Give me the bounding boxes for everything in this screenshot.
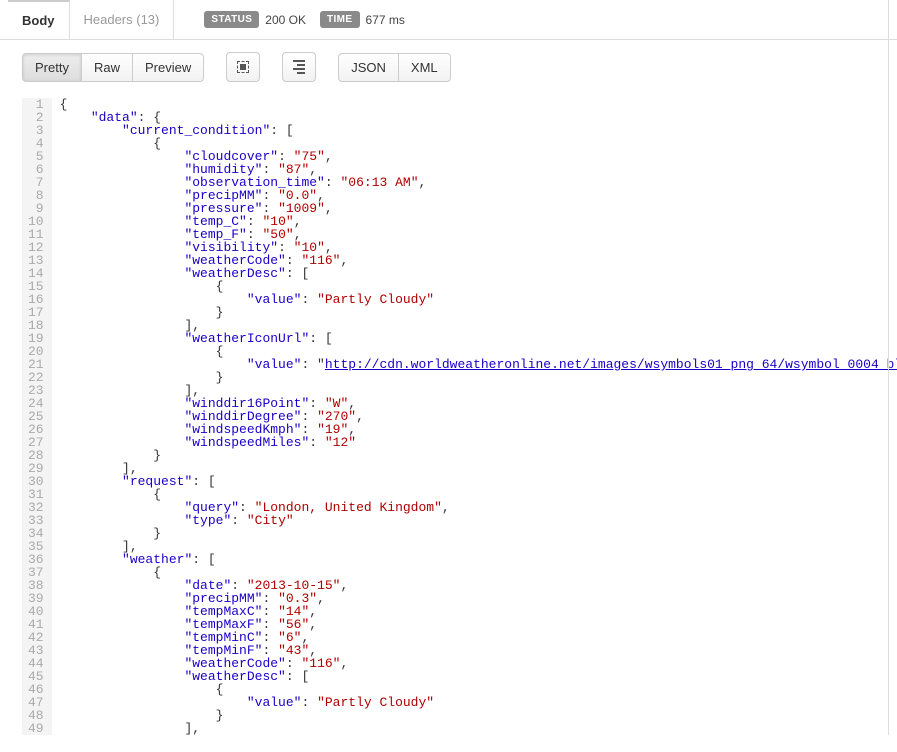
time-value: 677 ms <box>366 13 405 27</box>
fullscreen-icon <box>237 61 249 73</box>
format-group: JSON XML <box>338 53 450 82</box>
raw-button[interactable]: Raw <box>81 53 133 82</box>
wrap-lines-icon <box>293 60 305 74</box>
xml-button[interactable]: XML <box>398 53 451 82</box>
time-group: TIME 677 ms <box>320 11 405 28</box>
preview-button[interactable]: Preview <box>132 53 204 82</box>
response-top-bar: Body Headers (13) STATUS 200 OK TIME 677… <box>0 0 897 40</box>
status-label: STATUS <box>204 11 259 28</box>
right-border <box>888 0 889 735</box>
response-toolbar: Pretty Raw Preview JSON XML <box>0 40 897 94</box>
pretty-button[interactable]: Pretty <box>22 53 82 82</box>
json-button[interactable]: JSON <box>338 53 399 82</box>
wrap-button[interactable] <box>282 52 316 82</box>
status-group: STATUS 200 OK <box>204 11 306 28</box>
response-tabs: Body Headers (13) <box>8 0 174 39</box>
tab-body[interactable]: Body <box>8 0 70 39</box>
tab-headers[interactable]: Headers (13) <box>70 0 175 39</box>
time-label: TIME <box>320 11 360 28</box>
fullscreen-button[interactable] <box>226 52 260 82</box>
line-gutter: 1234567891011121314151617181920212223242… <box>22 98 52 735</box>
code-area: 1234567891011121314151617181920212223242… <box>0 94 897 735</box>
status-value: 200 OK <box>265 13 306 27</box>
code-content[interactable]: { "data": { "current_condition": [ { "cl… <box>52 98 897 735</box>
view-mode-group: Pretty Raw Preview <box>22 53 204 82</box>
status-area: STATUS 200 OK TIME 677 ms <box>204 11 404 28</box>
